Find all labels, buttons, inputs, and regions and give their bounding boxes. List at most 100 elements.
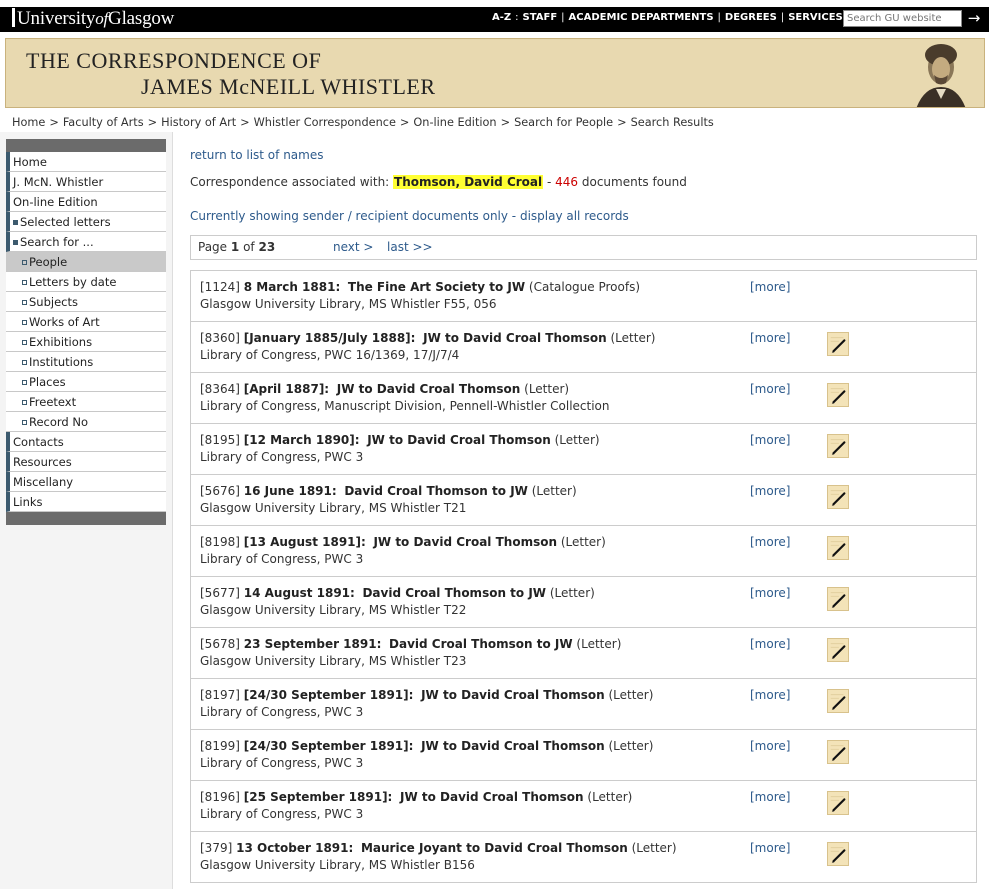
return-to-names-link[interactable]: return to list of names: [190, 148, 323, 162]
documents-found-label: documents found: [581, 175, 687, 189]
record-date: 16 June 1891:: [243, 484, 337, 498]
sidebar-item-label: Contacts: [13, 435, 64, 449]
sidebar-item-links[interactable]: Links: [6, 492, 166, 512]
sidebar-item-people[interactable]: People: [6, 252, 166, 272]
more-link[interactable]: [more]: [750, 841, 790, 855]
pen-edit-icon[interactable]: [827, 587, 849, 611]
sidebar-item-j-mcn-whistler[interactable]: J. McN. Whistler: [6, 172, 166, 192]
pen-edit-icon[interactable]: [827, 485, 849, 509]
breadcrumb-whistler-correspondence[interactable]: Whistler Correspondence: [254, 116, 396, 129]
record-date: 14 August 1891:: [243, 586, 355, 600]
sidebar-item-label: Letters by date: [29, 275, 117, 289]
breadcrumb-home[interactable]: Home: [12, 116, 45, 129]
more-link[interactable]: [more]: [750, 535, 790, 549]
sidebar-item-resources[interactable]: Resources: [6, 452, 166, 472]
document-count: 446: [555, 175, 579, 189]
sidebar-item-label: People: [29, 255, 68, 269]
pen-edit-icon[interactable]: [827, 434, 849, 458]
more-link[interactable]: [more]: [750, 382, 790, 396]
record-id: [8197]: [200, 688, 240, 702]
record-parties: JW to David Croal Thomson: [336, 382, 521, 396]
display-all-records-link[interactable]: Currently showing sender / recipient doc…: [190, 209, 629, 223]
sidebar-item-subjects[interactable]: Subjects: [6, 292, 166, 312]
nav-services[interactable]: SERVICES: [788, 12, 843, 23]
sidebar-item-label: Links: [13, 495, 43, 509]
sidebar-item-label: Selected letters: [20, 215, 111, 229]
record-date: [12 March 1890]:: [243, 433, 360, 447]
more-link[interactable]: [more]: [750, 280, 790, 294]
bullet-icon: [13, 240, 18, 245]
sidebar-item-letters-by-date[interactable]: Letters by date: [6, 272, 166, 292]
breadcrumb-history-of-art[interactable]: History of Art: [161, 116, 236, 129]
result-row: [379] 13 October 1891: Maurice Joyant to…: [190, 832, 977, 883]
sidebar-item-works-of-art[interactable]: Works of Art: [6, 312, 166, 332]
sidebar-item-label: Record No: [29, 415, 89, 429]
pen-edit-icon[interactable]: [827, 842, 849, 866]
record-kind: (Letter): [531, 484, 577, 498]
more-link[interactable]: [more]: [750, 331, 790, 345]
banner-title-line2: JAMES McNEILL WHISTLER: [141, 74, 436, 99]
breadcrumb-search-for-people[interactable]: Search for People: [514, 116, 613, 129]
more-link[interactable]: [more]: [750, 484, 790, 498]
more-link[interactable]: [more]: [750, 433, 790, 447]
result-title: [8364] [April 1887]: JW to David Croal T…: [200, 382, 569, 396]
result-title: [379] 13 October 1891: Maurice Joyant to…: [200, 841, 677, 855]
sidebar-item-contacts[interactable]: Contacts: [6, 432, 166, 452]
nav-a-z[interactable]: A-Z: [492, 12, 511, 23]
search-go-arrow-icon[interactable]: →: [963, 9, 985, 28]
page-label: Page: [198, 240, 228, 254]
record-id: [8360]: [200, 331, 240, 345]
sidebar-item-freetext[interactable]: Freetext: [6, 392, 166, 412]
result-row: [5678] 23 September 1891: David Croal Th…: [190, 628, 977, 679]
sidebar-item-selected-letters[interactable]: Selected letters: [6, 212, 166, 232]
sidebar-bottom-bar: [6, 512, 166, 525]
site-search-input[interactable]: [843, 10, 962, 27]
record-kind: (Letter): [631, 841, 677, 855]
sidebar-item-label: Institutions: [29, 355, 94, 369]
sidebar-item-places[interactable]: Places: [6, 372, 166, 392]
more-link[interactable]: [more]: [750, 637, 790, 651]
university-logo[interactable]: UniversityofGlasgow: [12, 8, 174, 30]
breadcrumb-online-edition[interactable]: On-line Edition: [413, 116, 496, 129]
hollow-bullet-icon: [22, 300, 27, 305]
page-indicator: Page 1 of 23: [198, 240, 275, 254]
sidebar-item-label: Exhibitions: [29, 335, 93, 349]
logo-text-glasgow: Glasgow: [108, 8, 175, 29]
pen-edit-icon[interactable]: [827, 332, 849, 356]
pen-edit-icon[interactable]: [827, 740, 849, 764]
record-kind: (Letter): [608, 688, 654, 702]
sidebar-item-miscellany[interactable]: Miscellany: [6, 472, 166, 492]
hollow-bullet-icon: [22, 320, 27, 325]
result-title: [5678] 23 September 1891: David Croal Th…: [200, 637, 621, 651]
next-page-link[interactable]: next >: [333, 240, 373, 254]
last-page-link[interactable]: last >>: [387, 240, 433, 254]
more-link[interactable]: [more]: [750, 790, 790, 804]
pen-edit-icon[interactable]: [827, 689, 849, 713]
breadcrumb-separator: >: [500, 116, 511, 129]
record-location: Glasgow University Library, MS Whistler …: [200, 654, 467, 668]
nav-staff[interactable]: STAFF: [523, 12, 558, 23]
sidebar-item-search-for[interactable]: Search for ...: [6, 232, 166, 252]
whistler-portrait-image: [896, 39, 984, 107]
pen-edit-icon[interactable]: [827, 791, 849, 815]
sidebar-item-exhibitions[interactable]: Exhibitions: [6, 332, 166, 352]
pen-edit-icon[interactable]: [827, 638, 849, 662]
more-link[interactable]: [more]: [750, 586, 790, 600]
more-link[interactable]: [more]: [750, 739, 790, 753]
pen-edit-icon[interactable]: [827, 536, 849, 560]
sidebar-item-record-no[interactable]: Record No: [6, 412, 166, 432]
record-date: [24/30 September 1891]:: [243, 739, 414, 753]
sidebar-item-institutions[interactable]: Institutions: [6, 352, 166, 372]
more-link[interactable]: [more]: [750, 688, 790, 702]
pen-edit-icon[interactable]: [827, 383, 849, 407]
breadcrumb-faculty-of-arts[interactable]: Faculty of Arts: [63, 116, 144, 129]
nav-academic-departments[interactable]: ACADEMIC DEPARTMENTS: [569, 12, 714, 23]
hollow-bullet-icon: [22, 380, 27, 385]
top-bar: UniversityofGlasgow A-Z: STAFF | ACADEMIC D…: [0, 7, 989, 32]
sidebar-item-label: Subjects: [29, 295, 78, 309]
nav-degrees[interactable]: DEGREES: [725, 12, 777, 23]
sidebar-item-home[interactable]: Home: [6, 152, 166, 172]
result-row: [5676] 16 June 1891: David Croal Thomson…: [190, 475, 977, 526]
sidebar-item-label: Miscellany: [13, 475, 74, 489]
sidebar-item-on-line-edition[interactable]: On-line Edition: [6, 192, 166, 212]
